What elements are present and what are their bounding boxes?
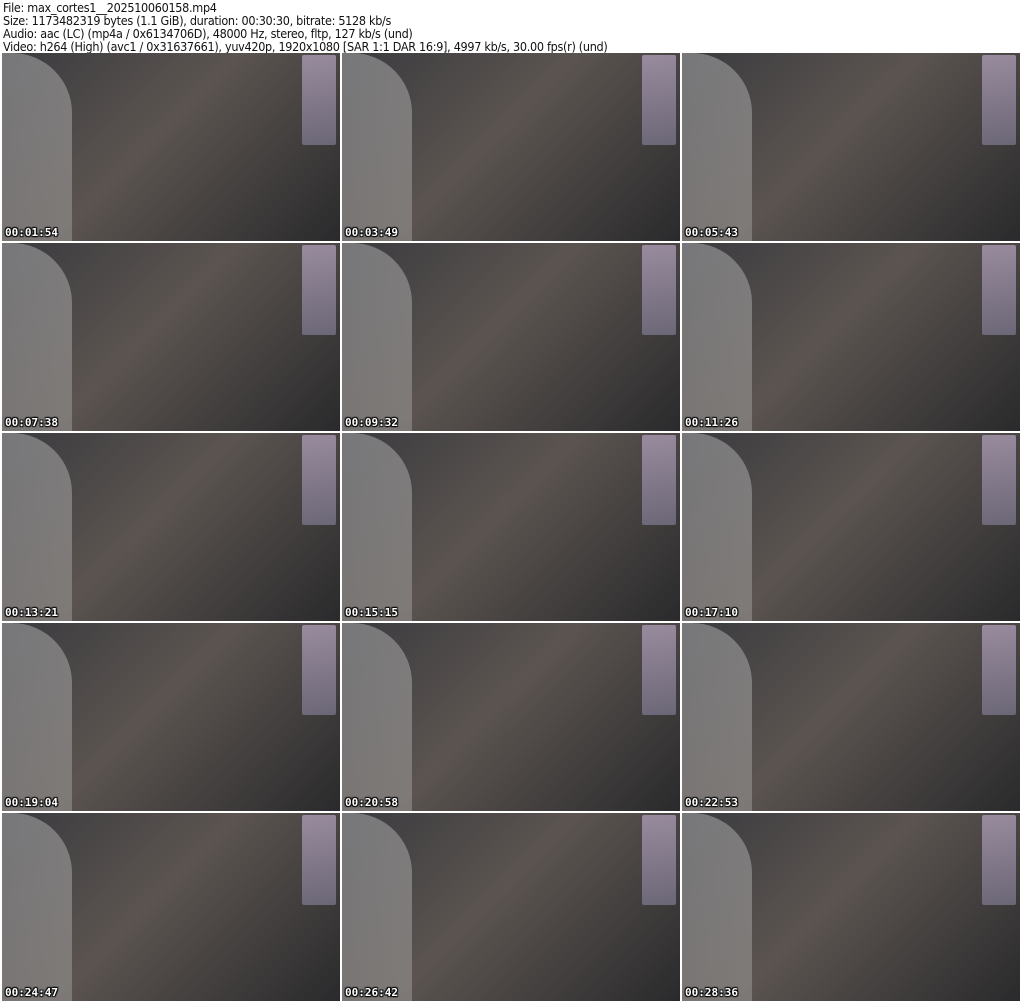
frame-overlay-panel [302,625,336,715]
frame-timestamp: 00:15:15 [345,606,398,619]
thumbnail-grid: 00:01:54 00:03:49 00:05:43 00:07:38 00:09:32… [2,53,1020,1001]
frame-background [342,813,412,1001]
frame-overlay-panel [642,435,676,525]
frame-timestamp: 00:24:47 [5,986,58,999]
frame-overlay-panel [642,815,676,905]
frame-background [682,813,752,1001]
frame-overlay-panel [982,435,1016,525]
video-frame-thumbnail[interactable]: 00:19:04 [2,623,340,811]
frame-background [2,243,72,431]
frame-timestamp: 00:20:58 [345,796,398,809]
video-frame-thumbnail[interactable]: 00:07:38 [2,243,340,431]
video-frame-thumbnail[interactable]: 00:26:42 [342,813,680,1001]
frame-timestamp: 00:13:21 [5,606,58,619]
video-frame-thumbnail[interactable]: 00:20:58 [342,623,680,811]
video-frame-thumbnail[interactable]: 00:28:36 [682,813,1020,1001]
frame-background [2,623,72,811]
frame-overlay-panel [642,245,676,335]
frame-background [682,433,752,621]
frame-background [2,433,72,621]
frame-timestamp: 00:05:43 [685,226,738,239]
file-info-header: File: max_cortes1__202510060158.mp4 Size… [3,1,608,54]
video-frame-thumbnail[interactable]: 00:05:43 [682,53,1020,241]
frame-overlay-panel [302,435,336,525]
frame-timestamp: 00:01:54 [5,226,58,239]
frame-timestamp: 00:19:04 [5,796,58,809]
video-frame-thumbnail[interactable]: 00:24:47 [2,813,340,1001]
video-frame-thumbnail[interactable]: 00:03:49 [342,53,680,241]
frame-background [682,623,752,811]
frame-overlay-panel [982,245,1016,335]
frame-timestamp: 00:07:38 [5,416,58,429]
video-frame-thumbnail[interactable]: 00:09:32 [342,243,680,431]
frame-overlay-panel [982,815,1016,905]
frame-overlay-panel [982,625,1016,715]
video-frame-thumbnail[interactable]: 00:11:26 [682,243,1020,431]
video-frame-thumbnail[interactable]: 00:17:10 [682,433,1020,621]
frame-timestamp: 00:09:32 [345,416,398,429]
frame-background [682,53,752,241]
frame-overlay-panel [642,625,676,715]
frame-overlay-panel [302,245,336,335]
frame-overlay-panel [982,55,1016,145]
frame-overlay-panel [302,55,336,145]
frame-background [2,53,72,241]
video-frame-thumbnail[interactable]: 00:13:21 [2,433,340,621]
frame-overlay-panel [642,55,676,145]
frame-background [342,53,412,241]
frame-timestamp: 00:28:36 [685,986,738,999]
frame-timestamp: 00:17:10 [685,606,738,619]
frame-overlay-panel [302,815,336,905]
video-frame-thumbnail[interactable]: 00:15:15 [342,433,680,621]
frame-background [342,243,412,431]
frame-background [342,433,412,621]
frame-timestamp: 00:26:42 [345,986,398,999]
frame-background [342,623,412,811]
video-info: Video: h264 (High) (avc1 / 0x31637661), … [3,39,608,54]
video-frame-thumbnail[interactable]: 00:22:53 [682,623,1020,811]
video-frame-thumbnail[interactable]: 00:01:54 [2,53,340,241]
frame-background [2,813,72,1001]
frame-background [682,243,752,431]
frame-timestamp: 00:03:49 [345,226,398,239]
frame-timestamp: 00:11:26 [685,416,738,429]
frame-timestamp: 00:22:53 [685,796,738,809]
